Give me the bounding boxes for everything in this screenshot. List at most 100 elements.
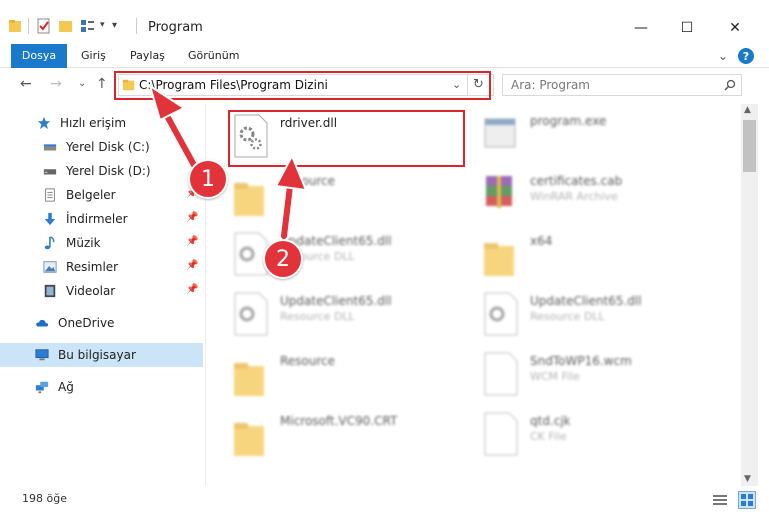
address-highlight-box [114,71,491,100]
search-input[interactable]: Ara: Program [511,78,590,92]
sidebar-item-onedrive[interactable]: OneDrive [0,311,203,335]
ribbon-tabs: Dosya Giriş Paylaş Görünüm ⌄ ? [0,44,769,68]
file-icon [484,412,518,456]
pictures-icon [43,261,57,273]
sidebar-item-documents[interactable]: Belgeler [0,183,203,207]
collapse-ribbon-icon[interactable]: ⌄ [718,44,728,68]
folder-icon [234,423,264,456]
file-name: Resource [280,354,336,368]
file-item[interactable]: UpdateClient65.dll Resource DLL [232,292,462,348]
up-button[interactable]: ↑ [96,76,108,92]
sidebar-item-disk-c[interactable]: Yerel Disk (C:) [0,135,203,159]
sidebar-item-label: Hızlı erişim [60,116,127,130]
file-name: certificates.cab [530,174,623,188]
dll-icon [484,292,518,336]
file-item[interactable]: program.exe [482,112,712,168]
sidebar-item-this-pc[interactable]: Bu bilgisayar [0,343,203,367]
file-name: UpdateClient65.dll [280,294,392,308]
tab-share[interactable]: Paylaş [130,44,165,68]
sidebar-item-label: İndirmeler [66,212,128,226]
search-icon[interactable] [724,79,736,91]
sidebar-item-label: Resimler [66,260,119,274]
archive-icon [486,176,512,208]
file-name: qtd.cjk [530,414,571,428]
file-item[interactable]: SndToWP16.wcm WCM File [482,352,712,408]
step-badge-1: 1 [188,159,228,199]
pin-icon[interactable]: 📌 [186,212,198,223]
file-type: WCM File [530,370,580,383]
sidebar-item-downloads[interactable]: İndirmeler [0,207,203,231]
chevron-down-icon[interactable]: ▾ [100,20,105,30]
forward-button[interactable]: → [50,76,62,92]
file-name: Microsoft.VC90.CRT [280,414,398,428]
sidebar-item-music[interactable]: Müzik [0,231,203,255]
pin-icon[interactable]: 📌 [186,236,198,247]
sidebar-item-label: Yerel Disk (D:) [66,164,151,178]
title-bar: ▾ ▾ Program — ☐ ✕ [0,0,769,42]
new-folder-icon[interactable] [58,18,74,34]
download-icon [44,212,56,226]
properties-icon[interactable] [36,18,52,34]
window-title: Program [148,20,203,35]
close-button[interactable]: ✕ [712,14,758,42]
scrollbar-thumb[interactable] [743,120,756,172]
file-type: WinRAR Archive [530,190,618,203]
sidebar-item-label: Müzik [66,236,101,250]
file-name: SndToWP16.wcm [530,354,632,368]
maximize-button[interactable]: ☐ [664,14,710,42]
tab-file[interactable]: Dosya [11,44,67,68]
pin-icon[interactable]: 📌 [186,284,198,295]
file-item[interactable]: qtd.cjk CK File [482,412,712,468]
sidebar-item-label: Videolar [66,284,116,298]
folder-icon [234,363,264,396]
view-icon[interactable] [80,18,96,34]
file-name: Resource [280,174,336,188]
pin-icon[interactable]: 📌 [186,260,198,271]
file-item[interactable]: x64 [482,232,712,288]
folder-icon [9,20,21,32]
file-item[interactable]: certificates.cab WinRAR Archive [482,172,712,228]
sidebar-item-label: Belgeler [66,188,116,202]
tab-home[interactable]: Giriş [81,44,106,68]
file-item[interactable]: UpdateClient65.dll Resource DLL [482,292,712,348]
sidebar-item-videos[interactable]: Videolar [0,279,203,303]
file-type: Resource DLL [530,310,605,323]
file-icon [484,352,518,396]
drive-icon [43,144,57,151]
video-icon [44,284,56,298]
large-icons-view-icon[interactable] [738,491,756,509]
minimize-button[interactable]: — [618,14,664,42]
sidebar-item-label: OneDrive [58,316,115,330]
step-badge-2: 2 [263,239,303,279]
scroll-down-icon[interactable]: ▼ [744,474,751,484]
music-icon [44,236,55,250]
exe-icon [484,118,516,148]
sidebar-item-label: Ağ [58,380,74,394]
sidebar-item-disk-d[interactable]: Yerel Disk (D:) [0,159,203,183]
customize-toolbar-icon[interactable]: ▾ [112,20,117,31]
sidebar-item-network[interactable]: Ağ [0,375,203,399]
sidebar-item-quick-access[interactable]: Hızlı erişim [0,111,203,135]
back-button[interactable]: ← [20,76,32,92]
computer-icon [35,349,49,361]
star-icon [37,116,51,130]
tab-view[interactable]: Görünüm [188,44,239,68]
dll-icon [234,292,268,336]
scroll-up-icon[interactable]: ▲ [744,105,751,115]
folder-icon [234,183,264,216]
folder-icon [484,243,514,276]
sidebar-item-pictures[interactable]: Resimler [0,255,203,279]
documents-icon [45,188,55,202]
details-view-icon[interactable] [712,493,728,507]
navigation-pane: Hızlı erişim Yerel Disk (C:) Yerel Disk … [0,104,205,486]
help-icon[interactable]: ? [738,48,754,64]
file-item[interactable]: Resource [232,352,462,408]
file-type: CK File [530,430,567,443]
file-item[interactable]: Microsoft.VC90.CRT [232,412,462,468]
sidebar-item-label: Bu bilgisayar [58,348,136,362]
recent-locations-button[interactable]: ⌄ [78,78,86,89]
drive-icon [43,169,57,175]
status-bar [0,486,769,520]
file-type: Resource DLL [280,310,355,323]
file-item[interactable]: Resource [232,172,462,228]
